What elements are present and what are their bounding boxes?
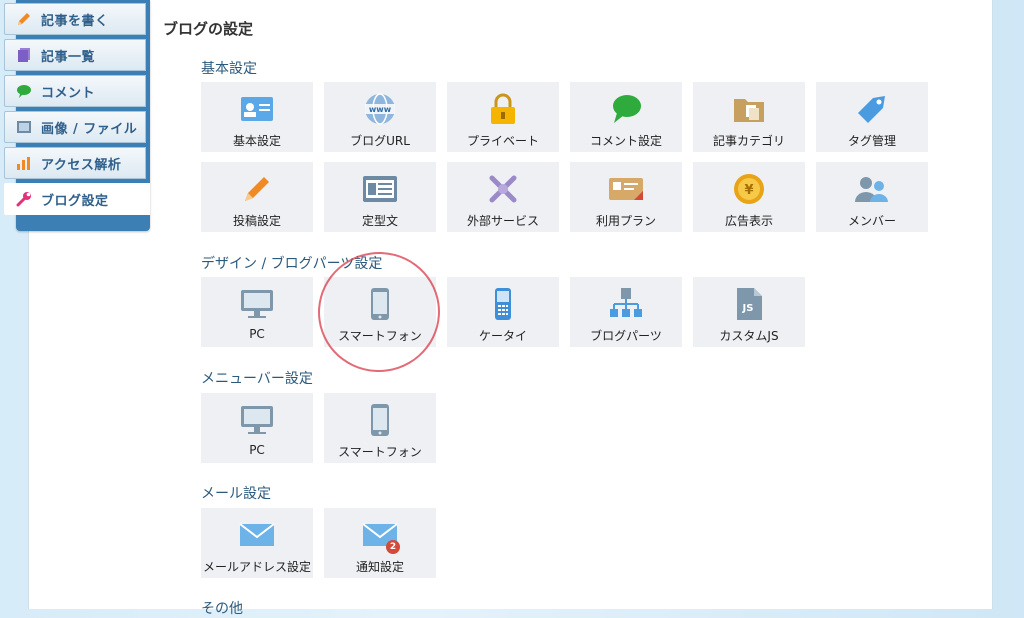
- tile-label: 広告表示: [724, 214, 773, 228]
- pencil-icon: [239, 172, 275, 206]
- tile-posting-settings[interactable]: 投稿設定: [201, 162, 313, 232]
- tile-notification-settings[interactable]: 2 通知設定: [324, 508, 436, 578]
- wrench-icon: [15, 190, 33, 208]
- tile-design-pc[interactable]: PC: [201, 277, 313, 347]
- smartphone-icon: [362, 403, 398, 437]
- svg-text:www: www: [369, 105, 392, 114]
- speech-bubble-icon: [608, 92, 644, 126]
- tile-label: スマートフォン: [338, 445, 422, 459]
- tile-label: ブログURL: [350, 134, 410, 148]
- tag-icon: [854, 92, 890, 126]
- speech-bubble-icon: [15, 82, 33, 100]
- section-title-mail: メール設定: [201, 486, 271, 502]
- tile-label: ケータイ: [478, 329, 527, 343]
- tile-label: カスタムJS: [719, 329, 779, 343]
- envelope-icon: 2: [362, 518, 400, 554]
- puzzle-link-icon: [485, 172, 521, 206]
- ticket-icon: [608, 172, 644, 206]
- template-document-icon: [362, 172, 398, 206]
- sidebar-item-label: 記事を書く: [41, 13, 109, 29]
- tile-menubar-smartphone[interactable]: スマートフォン: [324, 393, 436, 463]
- tile-post-category[interactable]: 記事カテゴリ: [693, 82, 805, 152]
- bar-chart-icon: [15, 154, 33, 172]
- tile-external-services[interactable]: 外部サービス: [447, 162, 559, 232]
- sidebar-item-label: アクセス解析: [41, 157, 122, 173]
- tile-boilerplate[interactable]: 定型文: [324, 162, 436, 232]
- tile-label: PC: [249, 327, 265, 341]
- users-icon: [854, 172, 890, 206]
- monitor-icon: [239, 287, 275, 321]
- js-file-icon: JS: [731, 287, 767, 321]
- section-title-design: デザイン / ブログパーツ設定: [201, 256, 383, 272]
- tile-label: コメント設定: [589, 134, 662, 148]
- lock-icon: [485, 92, 521, 126]
- sidebar-item-label: コメント: [41, 85, 96, 101]
- tile-mail-address[interactable]: メールアドレス設定: [201, 508, 313, 578]
- image-file-icon: [15, 118, 33, 136]
- sitemap-icon: [608, 287, 644, 321]
- svg-text:JS: JS: [742, 303, 754, 314]
- tile-label: 基本設定: [232, 134, 281, 148]
- tile-label: PC: [249, 443, 265, 457]
- sidebar-item-label: 画像 / ファイル: [41, 121, 138, 137]
- section-title-other: その他: [201, 601, 243, 617]
- smartphone-icon: [362, 287, 398, 321]
- pencil-icon: [15, 10, 33, 28]
- sidebar-item-write-post[interactable]: 記事を書く: [4, 3, 146, 35]
- feature-phone-icon: [485, 287, 521, 321]
- globe-www-icon: www: [362, 92, 398, 126]
- tile-comment-settings[interactable]: コメント設定: [570, 82, 682, 152]
- tile-label: タグ管理: [847, 134, 896, 148]
- tile-menubar-pc[interactable]: PC: [201, 393, 313, 463]
- tile-label: メールアドレス設定: [202, 560, 311, 574]
- tile-label: 外部サービス: [466, 214, 539, 228]
- tile-basic-settings[interactable]: 基本設定: [201, 82, 313, 152]
- folder-icon: [731, 92, 767, 126]
- tile-members[interactable]: メンバー: [816, 162, 928, 232]
- tile-label: 通知設定: [355, 560, 404, 574]
- svg-text:¥: ¥: [744, 183, 753, 198]
- tile-label: スマートフォン: [338, 329, 422, 343]
- tile-ad-display[interactable]: ¥ 広告表示: [693, 162, 805, 232]
- tile-label: 記事カテゴリ: [712, 134, 785, 148]
- envelope-icon: [239, 518, 275, 552]
- tile-blog-parts[interactable]: ブログパーツ: [570, 277, 682, 347]
- tile-plan[interactable]: 利用プラン: [570, 162, 682, 232]
- tile-private[interactable]: プライベート: [447, 82, 559, 152]
- section-title-basic: 基本設定: [201, 61, 257, 77]
- tile-tag-management[interactable]: タグ管理: [816, 82, 928, 152]
- tile-label: 利用プラン: [595, 214, 656, 228]
- sidebar-item-blog-settings[interactable]: ブログ設定: [4, 183, 150, 215]
- tile-label: プライベート: [466, 134, 539, 148]
- id-card-icon: [239, 92, 275, 126]
- tile-design-smartphone[interactable]: スマートフォン: [324, 277, 436, 347]
- tile-label: メンバー: [847, 214, 896, 228]
- tile-label: 投稿設定: [232, 214, 281, 228]
- sidebar-item-label: ブログ設定: [41, 193, 109, 209]
- tile-blog-url[interactable]: www ブログURL: [324, 82, 436, 152]
- section-title-menubar: メニューバー設定: [201, 371, 313, 387]
- sidebar-item-analytics[interactable]: アクセス解析: [4, 147, 146, 179]
- sidebar-item-post-list[interactable]: 記事一覧: [4, 39, 146, 71]
- document-list-icon: [15, 46, 33, 64]
- tile-custom-js[interactable]: JS カスタムJS: [693, 277, 805, 347]
- tile-design-feature-phone[interactable]: ケータイ: [447, 277, 559, 347]
- sidebar-item-label: 記事一覧: [41, 49, 96, 65]
- yen-coin-icon: ¥: [731, 172, 767, 206]
- tile-label: 定型文: [361, 214, 398, 228]
- sidebar-item-comments[interactable]: コメント: [4, 75, 146, 107]
- tile-label: ブログパーツ: [590, 329, 662, 343]
- monitor-icon: [239, 403, 275, 437]
- page-title: ブログの設定: [163, 20, 254, 38]
- notification-badge: 2: [386, 540, 400, 554]
- sidebar-item-images-files[interactable]: 画像 / ファイル: [4, 111, 146, 143]
